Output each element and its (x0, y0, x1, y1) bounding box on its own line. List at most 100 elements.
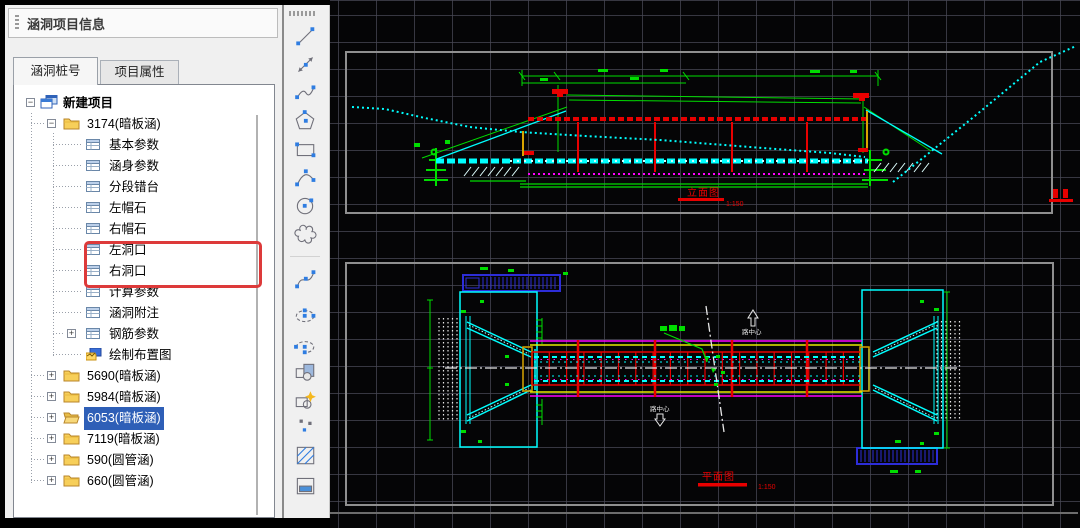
expander-plus-icon[interactable]: + (47, 434, 56, 443)
draw-toolbar (284, 5, 330, 518)
tool-construction-line[interactable] (293, 52, 319, 78)
road-center-marker-top (748, 310, 758, 326)
expander-plus-icon[interactable]: + (47, 455, 56, 464)
tree-item-涵洞附注[interactable]: 涵洞附注 (14, 302, 264, 323)
tree-item-660(圆管涵)[interactable]: +660(圆管涵) (14, 470, 264, 491)
tool-hatch[interactable] (293, 443, 319, 469)
plan-view: 路中心 路中心 平面图 1:150 (427, 267, 960, 491)
expander-plus-icon[interactable]: + (47, 392, 56, 401)
expander-minus-icon[interactable]: − (26, 98, 35, 107)
tool-rectangle[interactable] (293, 137, 319, 163)
tool-polyline[interactable] (293, 80, 319, 106)
tool-arc[interactable] (293, 165, 319, 191)
folder-icon (63, 368, 81, 383)
tree-item-涵身参数[interactable]: 涵身参数 (14, 155, 264, 176)
drawing-icon (86, 347, 104, 362)
tree-item-分段错台[interactable]: 分段错台 (14, 176, 264, 197)
tree-item-右帽石[interactable]: 右帽石 (14, 218, 264, 239)
tree-item-label: 590(圆管涵) (84, 449, 157, 472)
tool-ellipse[interactable] (293, 303, 319, 329)
expander-minus-icon[interactable]: − (47, 119, 56, 128)
elevation-scale: 1:150 (726, 201, 744, 208)
tree-item-5690(暗板涵)[interactable]: +5690(暗板涵) (14, 365, 264, 386)
folder-icon (63, 116, 81, 131)
plan-scale: 1:150 (758, 484, 776, 491)
tree-item-3174(暗板涵)[interactable]: − 3174(暗板涵) (14, 113, 264, 134)
tree-item-label: 5690(暗板涵) (84, 365, 164, 388)
tool-create-block[interactable] (293, 388, 319, 414)
tree-item-label: 分段错台 (106, 176, 162, 199)
tool-point[interactable] (293, 413, 319, 439)
tree-item-label: 右帽石 (106, 218, 150, 241)
tree-item-label: 基本参数 (106, 134, 162, 157)
tool-line[interactable] (293, 24, 319, 50)
tree-item-基本参数[interactable]: 基本参数 (14, 134, 264, 155)
road-center-marker-bottom (655, 414, 665, 426)
line-icon (293, 24, 317, 48)
table-icon (86, 158, 104, 173)
expander-plus-icon[interactable]: + (47, 371, 56, 380)
table-icon (86, 326, 104, 341)
table-icon (86, 221, 104, 236)
stake-leader (660, 325, 725, 386)
tool-polygon[interactable] (293, 108, 319, 134)
table-icon (86, 305, 104, 320)
arc-icon (293, 165, 317, 189)
tree-scrollbar[interactable] (256, 115, 258, 515)
tool-region[interactable] (293, 473, 319, 499)
expander-plus-icon[interactable]: + (47, 413, 56, 422)
tree-item-绘制布置图[interactable]: 绘制布置图 (14, 344, 264, 365)
table-icon (86, 200, 104, 215)
tree-item-7119(暗板涵)[interactable]: +7119(暗板涵) (14, 428, 264, 449)
insert-block-icon (293, 360, 317, 384)
tool-ellipse-arc[interactable] (293, 334, 319, 360)
tree-item-label: 6053(暗板涵) (84, 407, 164, 430)
tree-item-label: 涵身参数 (106, 155, 162, 178)
road-center-label-bottom: 路中心 (650, 404, 670, 413)
project-icon (40, 95, 58, 110)
app-window: 涵洞项目信息 涵洞桩号项目属性 −新建项目−3174(暗板涵)基本参数涵身参数分… (0, 0, 1080, 528)
folder-open-icon (63, 410, 81, 425)
polyline-icon (293, 80, 317, 104)
table-icon (86, 137, 104, 152)
tree-item-6053(暗板涵)[interactable]: +6053(暗板涵) (14, 407, 264, 428)
tree-item-label: 5984(暗板涵) (84, 386, 164, 409)
panel-grip-icon[interactable] (15, 15, 19, 31)
tool-insert-block[interactable] (293, 360, 319, 386)
expander-plus-icon[interactable]: + (47, 476, 56, 485)
tree-item-label: 3174(暗板涵) (84, 113, 164, 136)
ellipse-arc-icon (293, 334, 317, 358)
tree-item-590(圆管涵)[interactable]: +590(圆管涵) (14, 449, 264, 470)
tree-item-label: 660(圆管涵) (84, 470, 157, 493)
culvert-project-panel: 涵洞项目信息 涵洞桩号项目属性 −新建项目−3174(暗板涵)基本参数涵身参数分… (5, 5, 284, 518)
elevation-title: 立面图 (687, 186, 720, 199)
tool-spline[interactable] (293, 267, 319, 293)
tree-item-新建项目[interactable]: − 新建项目 (14, 92, 264, 113)
tree-item-label: 新建项目 (60, 92, 116, 115)
elevation-view: 立面图 1:150 (352, 46, 1076, 208)
table-icon (86, 179, 104, 194)
panel-title: 涵洞项目信息 (27, 14, 105, 33)
tree-item-左帽石[interactable]: 左帽石 (14, 197, 264, 218)
highlight-box-openings (84, 241, 262, 288)
polygon-icon (293, 108, 317, 132)
tree-item-label: 涵洞附注 (106, 302, 162, 325)
revision-cloud-icon (293, 221, 317, 245)
construction-line-icon (293, 52, 317, 76)
folder-icon (63, 389, 81, 404)
toolbar-grip-icon[interactable] (289, 11, 317, 16)
panel-titlebar[interactable]: 涵洞项目信息 (8, 8, 278, 38)
tree-item-钢筋参数[interactable]: +钢筋参数 (14, 323, 264, 344)
expander-plus-icon[interactable]: + (67, 329, 76, 338)
hatch-icon (293, 443, 317, 467)
tab-project-attributes[interactable]: 项目属性 (100, 60, 179, 85)
tree-item-5984(暗板涵)[interactable]: +5984(暗板涵) (14, 386, 264, 407)
tool-revision-cloud[interactable] (293, 221, 319, 247)
rectangle-icon (293, 137, 317, 161)
ellipse-icon (293, 303, 317, 327)
tab-stake-number[interactable]: 涵洞桩号 (13, 57, 98, 85)
tool-circle[interactable] (293, 193, 319, 219)
cad-viewport[interactable]: 立面图 1:150 (330, 0, 1080, 528)
project-tree[interactable]: −新建项目−3174(暗板涵)基本参数涵身参数分段错台左帽石右帽石左洞口右洞口计… (13, 84, 275, 518)
tree-item-label: 左帽石 (106, 197, 150, 220)
